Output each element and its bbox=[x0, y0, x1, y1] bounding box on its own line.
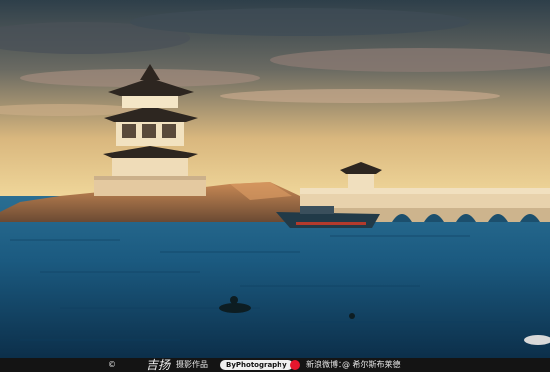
photo-credit-bar: © 吉扬 摄影作品 ByPhotography | 新浪微博： @ 希尔斯布莱德 bbox=[0, 358, 550, 372]
separator: | bbox=[280, 360, 283, 369]
work-label: 摄影作品 bbox=[176, 360, 208, 369]
weibo-label: 新浪微博： bbox=[306, 360, 346, 369]
weibo-icon bbox=[290, 360, 300, 370]
copyright-symbol: © bbox=[108, 360, 116, 369]
seascape-photo bbox=[0, 0, 550, 358]
photographer-signature: 吉扬 bbox=[146, 358, 171, 372]
weibo-handle: @ 希尔斯布莱德 bbox=[342, 360, 401, 369]
